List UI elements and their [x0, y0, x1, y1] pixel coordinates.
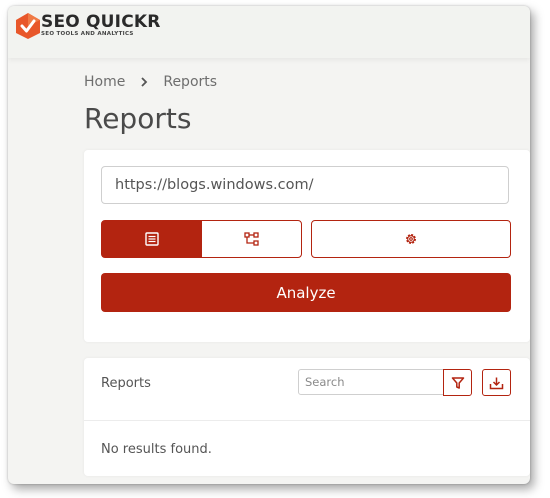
empty-state-message: No results found.	[101, 442, 212, 457]
top-bar: SEO QUICKR SEO TOOLS AND ANALYTICS	[8, 6, 530, 58]
table-view-button[interactable]	[101, 220, 202, 258]
brand-name[interactable]: SEO QUICKR	[41, 12, 161, 32]
url-input[interactable]	[101, 166, 509, 204]
sitemap-view-button[interactable]	[201, 220, 302, 258]
page-title: Reports	[84, 102, 192, 135]
search-input[interactable]	[298, 369, 444, 395]
filter-icon	[451, 376, 464, 389]
gear-icon	[406, 234, 416, 244]
app-window: SEO QUICKR SEO TOOLS AND ANALYTICS Home …	[8, 6, 530, 484]
reports-card: Reports No results found.	[84, 358, 530, 476]
analyze-button[interactable]: Analyze	[101, 273, 511, 312]
download-icon	[489, 377, 504, 389]
brand-logo-icon[interactable]	[14, 12, 42, 40]
analyzer-card: Analyze	[84, 150, 530, 342]
list-icon	[144, 232, 159, 246]
divider	[84, 420, 530, 421]
breadcrumb-current: Reports	[163, 74, 218, 90]
filter-button[interactable]	[443, 369, 472, 396]
chevron-right-icon	[141, 77, 148, 87]
breadcrumb-home-link[interactable]: Home	[84, 74, 125, 90]
brand-tagline: SEO TOOLS AND ANALYTICS	[41, 31, 134, 37]
reports-label: Reports	[101, 376, 151, 391]
sitemap-icon	[244, 232, 259, 246]
breadcrumb: Home Reports	[84, 74, 217, 90]
download-button[interactable]	[482, 369, 511, 396]
settings-button[interactable]	[311, 220, 511, 258]
